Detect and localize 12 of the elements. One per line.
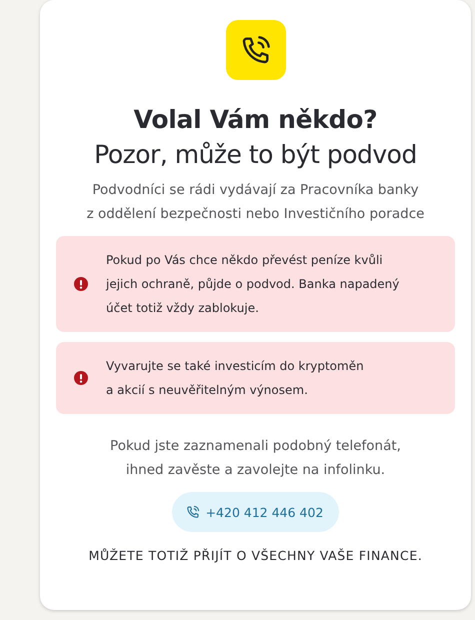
advice-text: Pokud jste zaznamenali podobný telefonát, ihned zavěste a zavolejte na infolinku. <box>110 437 401 480</box>
phone-icon <box>186 505 200 519</box>
heading: Volal Vám někdo? <box>134 104 378 136</box>
description-text: Podvodníci se rádi vydávají za Pracovníka banky z oddělení bezpečnosti nebo Investičního poradce <box>86 181 424 224</box>
alert-text: Vyvarujte se také investicím do kryptoměn a akcií s neuvěřitelným výnosem. <box>106 358 364 399</box>
phone-button[interactable]: +420 412 446 402 <box>172 492 340 532</box>
exclamation-icon <box>74 277 88 291</box>
subheading: Pozor, může to být podvod <box>94 139 417 171</box>
alert-text: Pokud po Vás chce někdo převést peníze kvůli jejich ochraně, půjde o podvod. Banka napadený účet totiž vždy zablokuje. <box>106 252 400 317</box>
exclamation-icon <box>74 371 88 385</box>
phone-icon <box>226 20 286 80</box>
warning-text: MŮŽETE TOTIŽ PŘIJÍT O VŠECHNY VAŠE FINANCE. <box>88 548 422 563</box>
